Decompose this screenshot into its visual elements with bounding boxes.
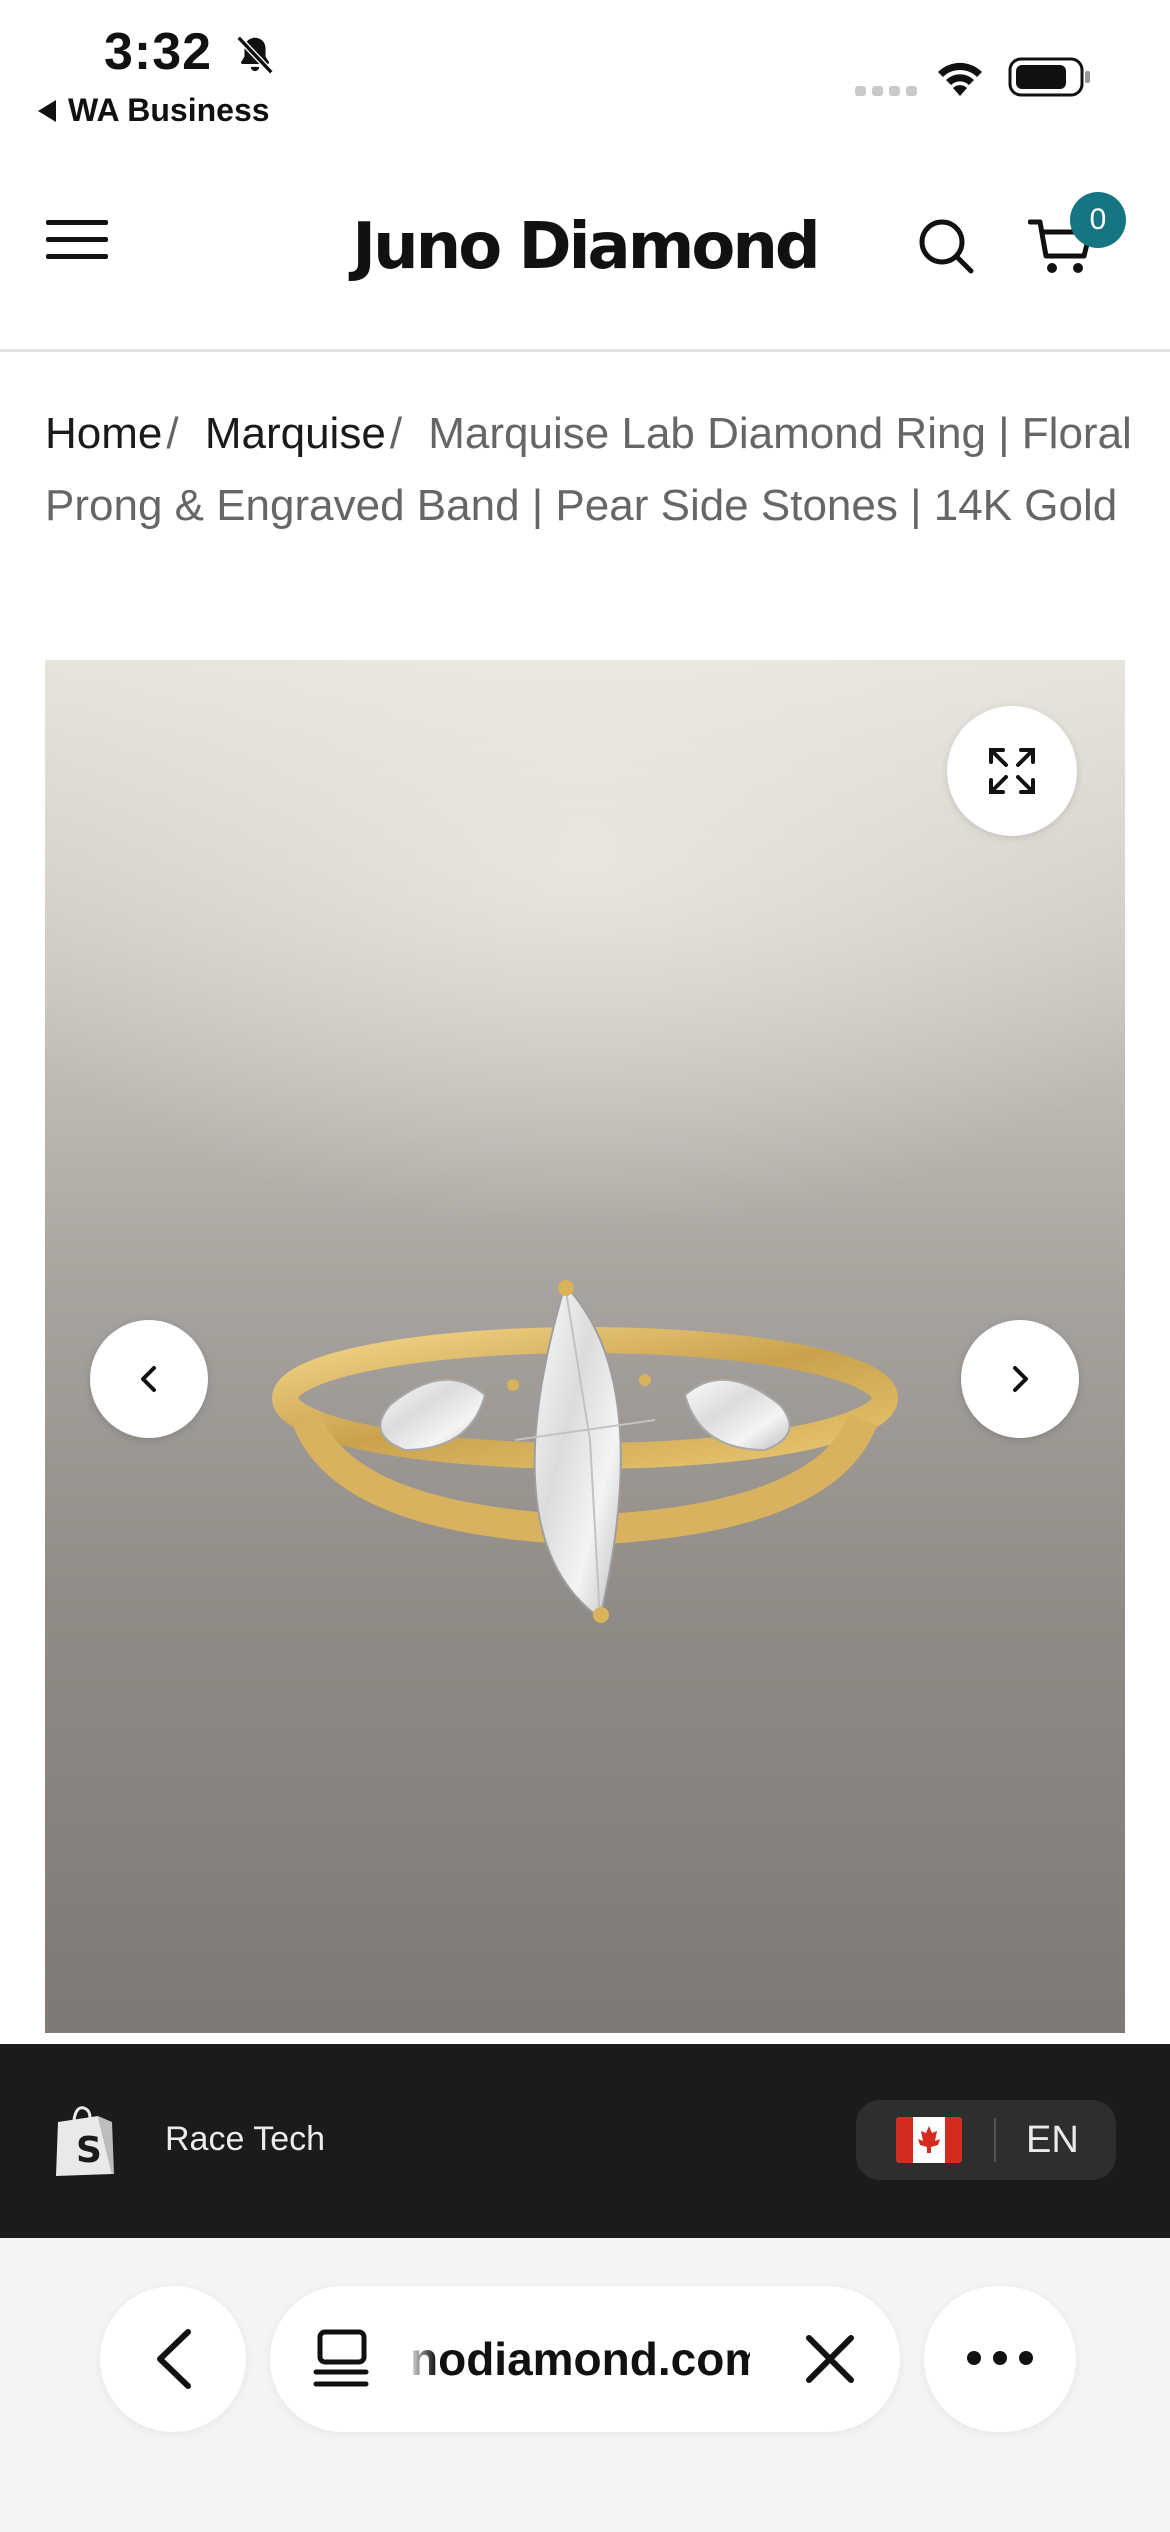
- breadcrumb-separator: /: [389, 409, 403, 458]
- language-divider: [994, 2118, 996, 2162]
- address-bar[interactable]: nodiamond.com: [270, 2286, 900, 2432]
- chevron-left-icon: [141, 1366, 156, 1392]
- back-arrow-icon: [157, 2329, 191, 2389]
- language-code: EN: [1026, 2119, 1079, 2161]
- browser-toolbar: nodiamond.com: [0, 2238, 1170, 2532]
- canada-flag-icon: [896, 2117, 962, 2163]
- previous-image-button[interactable]: [90, 1320, 208, 1438]
- status-time: 3:32: [104, 23, 213, 81]
- tabs-icon[interactable]: [312, 2328, 370, 2390]
- back-to-app-button[interactable]: WA Business: [38, 92, 270, 129]
- back-app-label: WA Business: [68, 92, 270, 128]
- search-icon[interactable]: [916, 216, 976, 276]
- wifi-icon: [938, 62, 982, 96]
- status-bar: 3:32 WA Business: [0, 0, 1170, 140]
- close-icon[interactable]: [803, 2332, 857, 2386]
- browser-back-button[interactable]: [100, 2286, 246, 2432]
- battery-icon: [1008, 57, 1090, 97]
- product-image[interactable]: [45, 660, 1125, 2033]
- ring-photo: [45, 660, 1125, 1623]
- more-options-button[interactable]: [924, 2286, 1076, 2432]
- breadcrumb-marquise[interactable]: Marquise: [205, 409, 386, 458]
- shop-name[interactable]: Race Tech: [165, 2120, 325, 2159]
- breadcrumb-separator: /: [166, 409, 179, 458]
- breadcrumb: Home/ Marquise/ Marquise Lab Diamond Rin…: [45, 398, 1135, 542]
- more-dots-icon: [967, 2351, 1033, 2365]
- breadcrumb-home[interactable]: Home: [45, 409, 162, 458]
- shopify-bag-icon: S: [56, 2106, 114, 2176]
- site-logo[interactable]: Juno Diamond: [0, 210, 1170, 284]
- shop-bar: S Race Tech EN: [0, 2044, 1170, 2238]
- url-text[interactable]: nodiamond.com: [410, 2332, 750, 2386]
- back-triangle-icon: [38, 99, 56, 122]
- next-image-button[interactable]: [961, 1320, 1079, 1438]
- svg-text:S: S: [76, 2130, 102, 2171]
- url-fade: [406, 2326, 436, 2392]
- site-header: Juno Diamond 0: [0, 140, 1170, 352]
- expand-button[interactable]: [947, 706, 1077, 836]
- expand-icon: [989, 748, 1035, 794]
- cellular-signal-icon: [855, 86, 917, 96]
- cart-count-badge: 0: [1070, 192, 1126, 248]
- chevron-right-icon: [1013, 1366, 1028, 1392]
- language-selector[interactable]: EN: [856, 2100, 1116, 2180]
- bell-slash-icon: [236, 35, 274, 75]
